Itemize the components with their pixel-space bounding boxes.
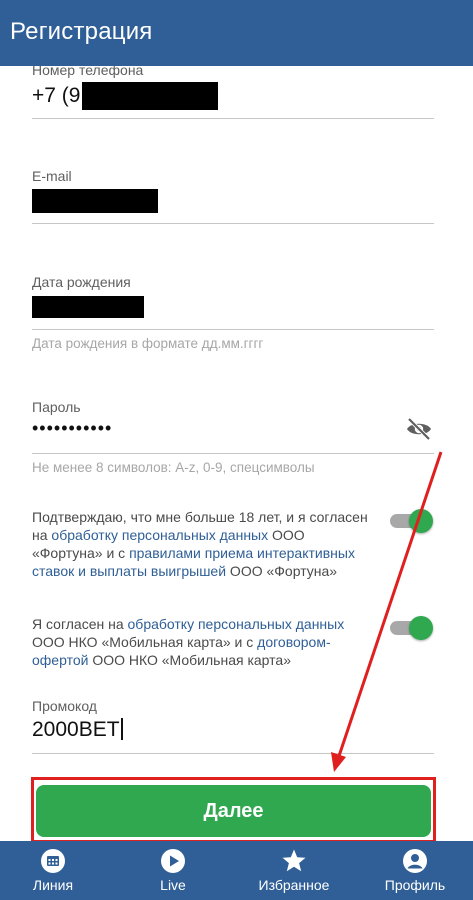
calendar-icon: [41, 849, 65, 873]
nav-label-profile: Профиль: [384, 877, 446, 893]
nav-item-profile[interactable]: Профиль: [378, 841, 452, 900]
star-icon: [282, 849, 306, 872]
app-bar: Регистрация: [0, 0, 473, 66]
nav-label-line: Линия: [32, 877, 74, 893]
play-icon: [161, 849, 185, 873]
page-title: Регистрация: [10, 18, 153, 45]
nav-label-favorites: Избранное: [258, 877, 330, 893]
registration-form[interactable]: Номер телефона +7 (9 E-mail Дата рождени…: [0, 66, 473, 841]
nav-item-live[interactable]: Live: [140, 841, 206, 900]
bottom-navigation: Линия Live Избранное Профиль: [0, 841, 473, 900]
nav-label-live: Live: [160, 877, 186, 893]
nav-item-line[interactable]: Линия: [16, 841, 90, 900]
profile-icon: [403, 849, 427, 873]
nav-item-favorites[interactable]: Избранное: [250, 841, 338, 900]
annotation-arrow: [331, 451, 443, 772]
